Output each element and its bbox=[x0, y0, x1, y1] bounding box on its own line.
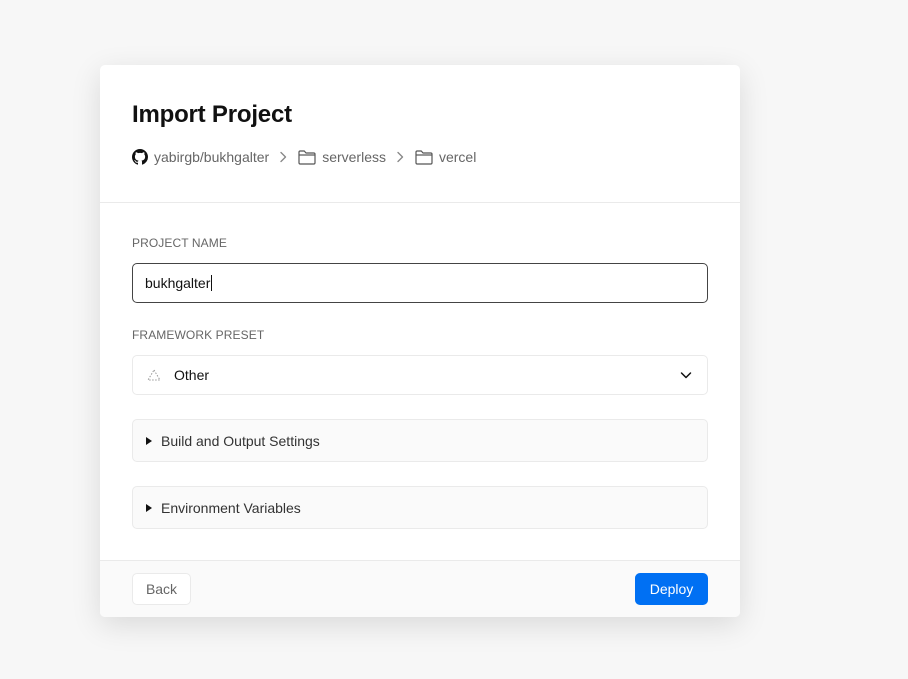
framework-other-icon bbox=[147, 369, 161, 381]
card-header: Import Project yabirgb/bukhgalter server… bbox=[100, 65, 740, 203]
folder-icon bbox=[415, 149, 433, 165]
import-project-card: Import Project yabirgb/bukhgalter server… bbox=[100, 65, 740, 617]
text-caret bbox=[211, 275, 213, 291]
card-body: PROJECT NAME bukhgalter FRAMEWORK PRESET… bbox=[100, 203, 740, 560]
folder-icon bbox=[298, 149, 316, 165]
breadcrumb-folder-label: vercel bbox=[438, 149, 477, 165]
triangle-right-icon bbox=[145, 436, 153, 446]
card-footer: Back Deploy bbox=[100, 560, 740, 617]
project-name-input[interactable]: bukhgalter bbox=[132, 263, 708, 303]
project-name-label: PROJECT NAME bbox=[132, 236, 227, 250]
build-output-settings-label: Build and Output Settings bbox=[161, 432, 320, 449]
breadcrumb-folder-vercel[interactable]: vercel bbox=[415, 149, 476, 165]
deploy-button[interactable]: Deploy bbox=[635, 573, 708, 605]
environment-variables-toggle[interactable]: Environment Variables bbox=[132, 486, 708, 529]
environment-variables-label: Environment Variables bbox=[161, 499, 301, 516]
breadcrumb-repo[interactable]: yabirgb/bukhgalter bbox=[132, 149, 269, 165]
breadcrumb-folder-label: serverless bbox=[322, 149, 386, 165]
chevron-right-icon bbox=[279, 151, 287, 163]
framework-preset-value: Other bbox=[174, 367, 210, 383]
triangle-right-icon bbox=[145, 503, 153, 513]
page-title: Import Project bbox=[132, 101, 292, 128]
chevron-down-icon bbox=[679, 368, 693, 382]
breadcrumb-repo-label: yabirgb/bukhgalter bbox=[154, 149, 270, 165]
chevron-right-icon bbox=[396, 151, 404, 163]
github-icon bbox=[132, 149, 148, 165]
breadcrumb-folder-serverless[interactable]: serverless bbox=[298, 149, 386, 165]
project-name-value: bukhgalter bbox=[145, 275, 211, 291]
framework-preset-label: FRAMEWORK PRESET bbox=[132, 328, 265, 342]
build-output-settings-toggle[interactable]: Build and Output Settings bbox=[132, 419, 708, 462]
breadcrumb: yabirgb/bukhgalter serverless vercel bbox=[132, 147, 708, 167]
back-button[interactable]: Back bbox=[132, 573, 191, 605]
framework-preset-select[interactable]: Other bbox=[132, 355, 708, 395]
